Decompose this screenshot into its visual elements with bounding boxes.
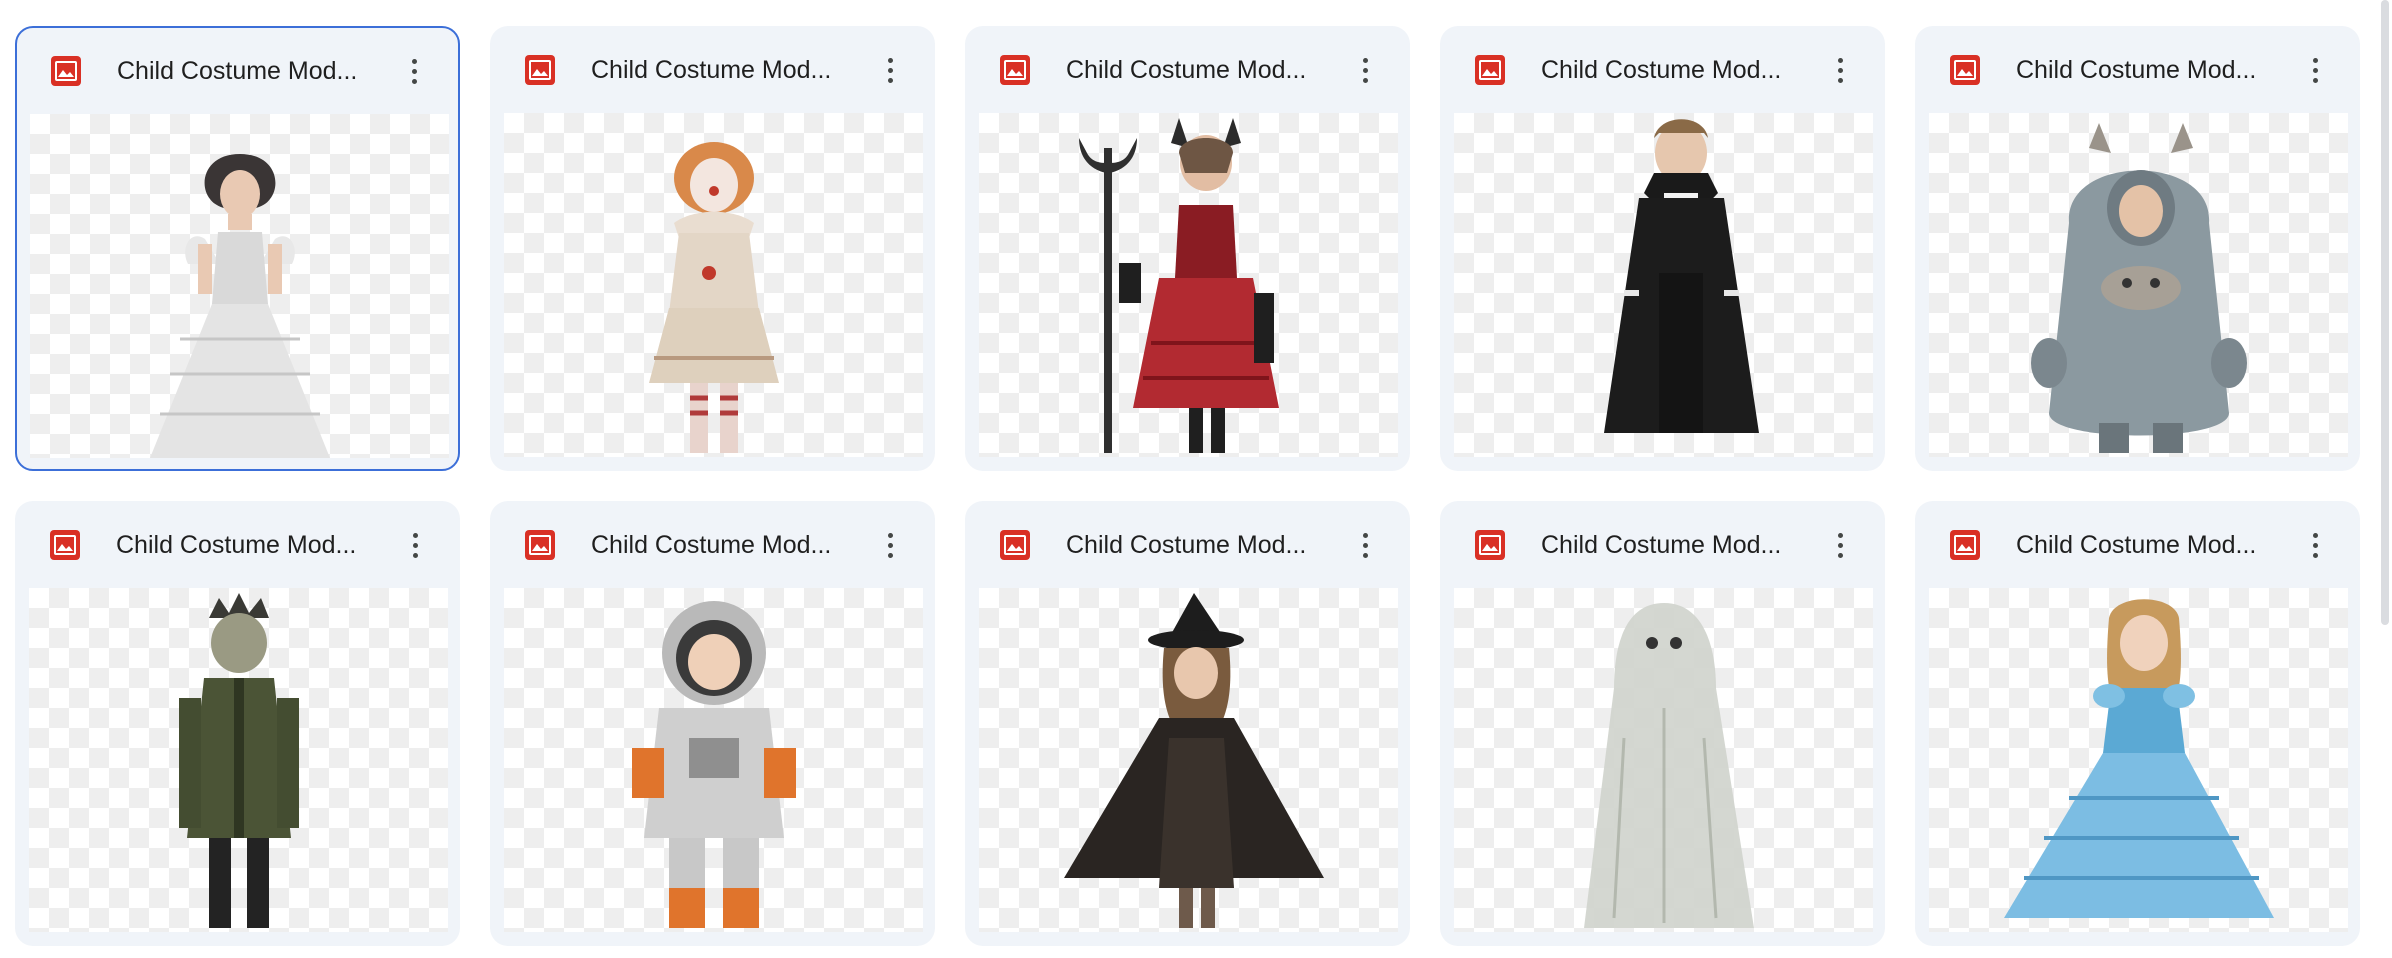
file-card[interactable]: Child Costume Mod... [490,501,935,946]
file-title: Child Costume Mod... [1066,531,1307,559]
file-thumbnail [1454,588,1873,932]
more-options-button[interactable] [1820,525,1860,565]
scrollbar-thumb[interactable] [2381,0,2389,625]
file-card[interactable]: Child Costume Mod... [1915,26,2360,471]
file-thumbnail [1929,588,2348,932]
image-file-icon [1000,530,1030,560]
card-header: Child Costume Mod... [1916,27,2359,113]
file-thumbnail [1454,113,1873,457]
file-grid: Child Costume Mod... Child Costume Mod..… [15,26,2360,946]
witch-costume-image [1064,593,1324,928]
file-title: Child Costume Mod... [2016,56,2257,84]
card-header: Child Costume Mod... [1441,27,1884,113]
card-header: Child Costume Mod... [1916,502,2359,588]
more-options-button[interactable] [2295,525,2335,565]
image-file-icon [50,530,80,560]
file-title: Child Costume Mod... [591,531,832,559]
more-options-button[interactable] [870,50,910,90]
card-header: Child Costume Mod... [491,502,934,588]
file-card[interactable]: Child Costume Mod... [965,501,1410,946]
more-options-button[interactable] [1345,50,1385,90]
file-title: Child Costume Mod... [1541,56,1782,84]
monster-costume-image [2031,123,2247,453]
file-thumbnail [1929,113,2348,457]
image-file-icon [1950,55,1980,85]
more-options-button[interactable] [395,525,435,565]
file-title: Child Costume Mod... [117,57,358,85]
more-options-button[interactable] [2295,50,2335,90]
file-card[interactable]: Child Costume Mod... [15,501,460,946]
file-card[interactable]: Child Costume Mod... [1915,501,2360,946]
file-card[interactable]: Child Costume Mod... [15,26,460,471]
devil-costume-image [1079,118,1279,453]
card-header: Child Costume Mod... [16,502,459,588]
card-header: Child Costume Mod... [491,27,934,113]
file-title: Child Costume Mod... [591,56,832,84]
bride-costume-image [150,154,330,458]
card-header: Child Costume Mod... [1441,502,1884,588]
file-title: Child Costume Mod... [2016,531,2257,559]
card-header: Child Costume Mod... [966,27,1409,113]
image-file-icon [51,56,81,86]
file-title: Child Costume Mod... [1541,531,1782,559]
vertical-scrollbar[interactable] [2378,0,2392,958]
file-title: Child Costume Mod... [1066,56,1307,84]
more-options-button[interactable] [1820,50,1860,90]
image-file-icon [1475,530,1505,560]
file-thumbnail [29,588,448,932]
file-title: Child Costume Mod... [116,531,357,559]
image-file-icon [1000,55,1030,85]
file-card[interactable]: Child Costume Mod... [490,26,935,471]
file-thumbnail [504,113,923,457]
princess-costume-image [2004,599,2274,918]
ghost-costume-image [1584,603,1754,928]
file-thumbnail [979,113,1398,457]
zombie-costume-image [179,593,299,928]
image-file-icon [525,530,555,560]
card-header: Child Costume Mod... [17,28,458,114]
more-options-button[interactable] [394,51,434,91]
clown-costume-image [649,142,779,453]
image-file-icon [525,55,555,85]
file-card[interactable]: Child Costume Mod... [1440,26,1885,471]
vampire-costume-image [1604,119,1759,433]
file-thumbnail [30,114,449,458]
card-header: Child Costume Mod... [966,502,1409,588]
file-card[interactable]: Child Costume Mod... [1440,501,1885,946]
more-options-button[interactable] [870,525,910,565]
file-thumbnail [979,588,1398,932]
image-file-icon [1475,55,1505,85]
image-file-icon [1950,530,1980,560]
astronaut-costume-image [632,601,796,928]
file-card[interactable]: Child Costume Mod... [965,26,1410,471]
more-options-button[interactable] [1345,525,1385,565]
file-thumbnail [504,588,923,932]
